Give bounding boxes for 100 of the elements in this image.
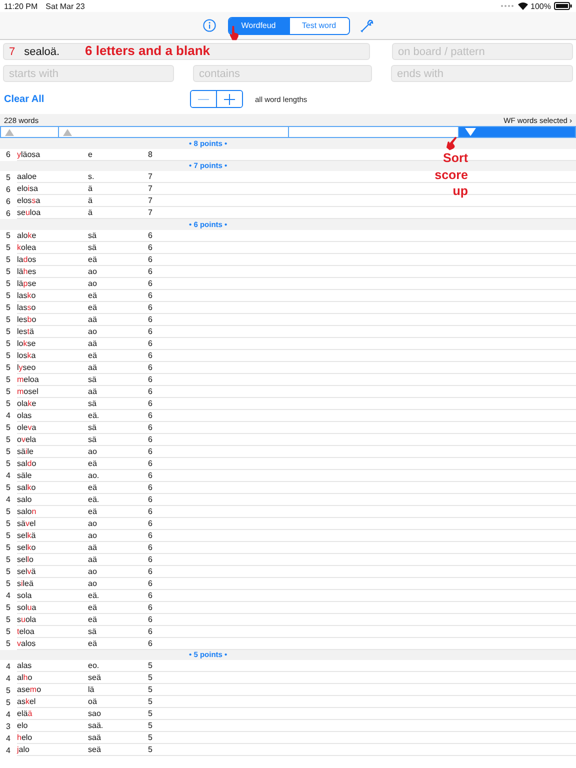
length-cell-text: 4 xyxy=(5,662,12,670)
sort-column-header[interactable] xyxy=(459,127,575,137)
letters-cell-text: eä xyxy=(88,302,98,312)
score-cell: 6 xyxy=(148,506,152,516)
score-cell: 6 xyxy=(148,374,152,384)
battery-icon xyxy=(554,2,572,10)
length-cell-text: 5 xyxy=(5,172,12,182)
length-cell-text: 6 xyxy=(5,150,12,159)
score-cell: 6 xyxy=(148,422,152,432)
letters-cell-text: sä xyxy=(88,230,98,240)
word-cell-text: selko xyxy=(17,542,37,552)
word-cell-text: loska xyxy=(17,350,37,360)
letters-cell-text: eä xyxy=(88,482,98,492)
word-cell-text: askel xyxy=(17,697,37,706)
segment-tab[interactable]: Test word xyxy=(288,18,348,34)
score-cell: 6 xyxy=(148,350,152,360)
score-cell: 5 xyxy=(148,685,152,694)
score-cell: 5 xyxy=(148,721,152,730)
length-cell-text: 6 xyxy=(5,208,12,218)
word-cell-text: alho xyxy=(17,673,34,682)
letters-cell-text: sä xyxy=(88,374,98,384)
length-cell-text: 5 xyxy=(5,519,12,528)
word-cell-text: lesbo xyxy=(17,314,38,324)
word-cell-text: lokse xyxy=(17,338,37,348)
length-cell-text: 4 xyxy=(5,591,12,600)
score-cell: 5 xyxy=(148,745,152,754)
score-cell: 6 xyxy=(148,518,152,528)
length-cell-text: 5 xyxy=(5,255,12,264)
letters-cell-text: saä. xyxy=(88,721,104,730)
letters-cell-text: eä xyxy=(88,638,98,648)
letters-cell-text: eä xyxy=(88,602,98,612)
score-cell: 6 xyxy=(148,410,152,420)
score-cell: 7 xyxy=(148,184,152,193)
length-cell-text: 5 xyxy=(5,279,12,288)
word-cell-text: elää xyxy=(17,709,34,718)
letters-cell-text: ao xyxy=(88,326,98,336)
letters-cell-text: sao xyxy=(88,709,102,718)
sort-down-icon xyxy=(465,128,476,136)
length-cell-text: 5 xyxy=(5,363,12,372)
length-cell-text: 5 xyxy=(5,267,12,276)
score-cell: 6 xyxy=(148,338,152,348)
letters-cell-text: sä xyxy=(88,626,98,636)
clear-all-button[interactable]: Clear All xyxy=(4,94,190,104)
word-cell-text: lähes xyxy=(17,266,38,276)
word-cell-text: sävel xyxy=(17,518,37,528)
letters-cell-text: ä xyxy=(88,208,94,217)
score-cell: 6 xyxy=(148,266,152,276)
word-cell-text: jalo xyxy=(17,745,30,754)
score-cell: 6 xyxy=(148,434,152,444)
length-cell-text: 6 xyxy=(5,184,12,194)
status-date: Sat Mar 23 xyxy=(46,2,85,10)
score-cell: 5 xyxy=(148,697,152,706)
letters-value: sealoä. xyxy=(24,46,60,58)
wrench-icon[interactable] xyxy=(360,18,374,32)
score-cell: 5 xyxy=(148,709,152,718)
letters-cell-text: aä xyxy=(88,554,98,564)
letters-cell-text: ao. xyxy=(88,470,100,480)
word-cell-text: salo xyxy=(17,494,33,504)
length-cell-text: 5 xyxy=(5,459,12,468)
word-cell-text: teloa xyxy=(17,626,36,636)
word-cell-text: alas xyxy=(17,661,33,670)
letters-cell-text: ao xyxy=(88,566,98,576)
score-cell: 7 xyxy=(148,172,152,181)
info-icon[interactable] xyxy=(202,19,216,32)
word-cell-text: läpse xyxy=(17,278,38,288)
letters-cell-text: sä xyxy=(88,422,98,432)
length-cell-text: 5 xyxy=(5,243,12,252)
hand-pointer-icon xyxy=(229,26,239,41)
score-cell: 6 xyxy=(148,254,152,264)
length-cell-text: 5 xyxy=(5,435,12,444)
letters-cell-text: ao xyxy=(88,578,98,588)
score-cell: 6 xyxy=(148,578,152,588)
letters-cell-text: sä xyxy=(88,398,98,408)
annotation-text: Sort score up xyxy=(434,150,468,200)
length-cell-text: 5 xyxy=(5,603,12,612)
letters-cell-text: aä xyxy=(88,362,98,372)
length-cell-text: 5 xyxy=(5,423,12,432)
score-cell: 6 xyxy=(148,386,152,396)
length-cell-text: 5 xyxy=(5,351,12,360)
length-stepper[interactable] xyxy=(190,90,243,108)
length-cell-text: 3 xyxy=(5,722,12,730)
score-cell: 6 xyxy=(148,290,152,300)
score-cell: 6 xyxy=(148,230,152,240)
score-cell: 6 xyxy=(148,542,152,552)
letters-cell-text: eä xyxy=(88,254,98,264)
status-time: 11:20 PM xyxy=(4,2,38,10)
plus-icon[interactable] xyxy=(224,94,235,104)
length-cell-text: 5 xyxy=(5,555,12,564)
word-cell-text: lasko xyxy=(17,290,37,300)
score-cell: 6 xyxy=(148,494,152,504)
length-cell-text: 4 xyxy=(5,411,12,420)
length-cell-text: 6 xyxy=(5,196,12,206)
score-cell: 6 xyxy=(148,554,152,564)
segment-tab[interactable]: Wordfeud xyxy=(228,18,288,34)
length-cell-text: 5 xyxy=(5,483,12,492)
length-cell-text: 5 xyxy=(5,387,12,396)
length-cell-text: 5 xyxy=(5,531,12,540)
length-cell-text: 4 xyxy=(5,495,12,504)
word-cell-text: saldo xyxy=(17,458,38,468)
length-cell-text: 4 xyxy=(5,710,12,718)
